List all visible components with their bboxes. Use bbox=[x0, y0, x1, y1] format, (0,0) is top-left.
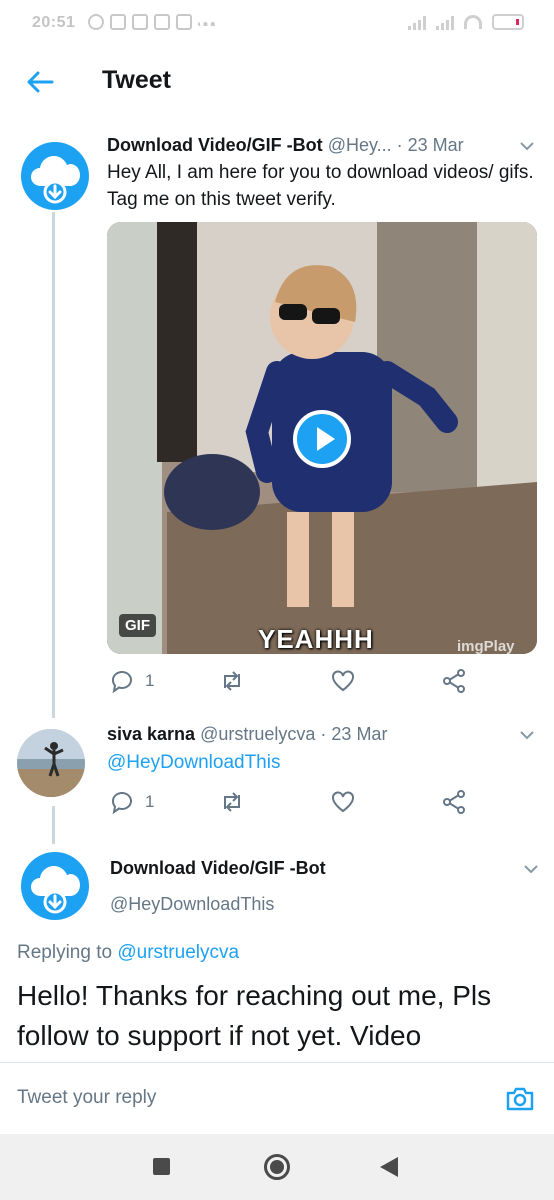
bot-avatar[interactable] bbox=[21, 142, 89, 210]
replying-label: Replying to bbox=[17, 942, 113, 963]
status-bar: 20:51 bbox=[0, 0, 554, 44]
like-icon bbox=[332, 791, 354, 813]
mention-link[interactable]: @HeyDownloadThis bbox=[107, 749, 280, 776]
camera-icon[interactable] bbox=[504, 1083, 536, 1115]
video-icon bbox=[154, 14, 170, 30]
more-dots-icon bbox=[198, 22, 216, 26]
thread-line bbox=[52, 806, 55, 844]
recent-apps-icon[interactable] bbox=[153, 1158, 170, 1175]
author-name[interactable]: Download Video/GIF -Bot bbox=[107, 135, 323, 155]
tweet-actions: 1 bbox=[107, 668, 547, 698]
like-icon bbox=[332, 670, 354, 692]
share-icon bbox=[443, 790, 465, 814]
reply-count: 1 bbox=[145, 792, 155, 811]
status-time: 20:51 bbox=[32, 14, 76, 31]
reply-icon bbox=[111, 791, 132, 815]
author-name[interactable]: siva karna bbox=[107, 724, 195, 744]
replying-mention[interactable]: @urstruelycva bbox=[117, 942, 239, 963]
chevron-down-icon[interactable] bbox=[518, 137, 536, 155]
tweet-header: siva karna @urstruelycva · 23 Mar bbox=[107, 724, 387, 745]
retweet-button[interactable] bbox=[219, 668, 245, 694]
chevron-down-icon[interactable] bbox=[518, 726, 536, 744]
signal-icon bbox=[436, 14, 454, 30]
cloud-download-icon bbox=[31, 866, 80, 914]
reply-icon bbox=[111, 670, 132, 694]
retweet-icon bbox=[224, 671, 240, 691]
reply-input[interactable]: Tweet your reply bbox=[17, 1087, 156, 1109]
share-button[interactable] bbox=[441, 789, 467, 815]
gif-badge: GIF bbox=[119, 614, 156, 637]
user-avatar[interactable] bbox=[17, 729, 85, 797]
notification-icons bbox=[88, 14, 216, 30]
app-icon bbox=[132, 14, 148, 30]
bot-avatar[interactable] bbox=[21, 852, 89, 920]
warning-icon bbox=[176, 14, 192, 30]
author-handle[interactable]: @Hey... bbox=[328, 135, 392, 155]
tweet-actions: 1 bbox=[107, 789, 547, 819]
page-title: Tweet bbox=[102, 66, 171, 94]
reply-button[interactable]: 1 bbox=[109, 668, 154, 694]
share-button[interactable] bbox=[441, 668, 467, 694]
tweet-date: · 23 Mar bbox=[320, 724, 388, 744]
back-icon[interactable] bbox=[380, 1157, 398, 1177]
tweet-text: Hello! Thanks for reaching out me, Pls f… bbox=[17, 980, 492, 1051]
tweet-date: · 23 Mar bbox=[396, 135, 464, 155]
home-icon[interactable] bbox=[264, 1154, 290, 1180]
cloud-download-icon bbox=[31, 156, 80, 204]
back-arrow-icon[interactable] bbox=[24, 66, 56, 98]
author-handle[interactable]: @HeyDownloadThis bbox=[110, 894, 274, 915]
like-button[interactable] bbox=[330, 789, 356, 815]
alarm-icon bbox=[88, 14, 104, 30]
chevron-down-icon[interactable] bbox=[522, 860, 540, 878]
author-handle[interactable]: @urstruelycva bbox=[200, 724, 315, 744]
reply-bar: Tweet your reply bbox=[0, 1062, 554, 1134]
replying-to: Replying to @urstruelycva bbox=[17, 942, 239, 964]
app-icon bbox=[110, 14, 126, 30]
retweet-icon bbox=[224, 792, 240, 812]
system-icons bbox=[408, 14, 524, 30]
header: Tweet bbox=[0, 44, 554, 120]
wifi-icon bbox=[464, 15, 482, 29]
tweet-text: Hey All, I am here for you to download v… bbox=[107, 162, 534, 210]
share-icon bbox=[443, 669, 465, 693]
author-name[interactable]: Download Video/GIF -Bot bbox=[110, 858, 326, 879]
avatar-photo bbox=[17, 729, 85, 797]
reply-button[interactable]: 1 bbox=[109, 789, 154, 815]
author-name-text: Download Video/GIF -Bot bbox=[110, 858, 326, 878]
navigation-bar bbox=[0, 1134, 554, 1200]
like-button[interactable] bbox=[330, 668, 356, 694]
gif-caption: YEAHHH bbox=[258, 624, 374, 654]
retweet-button[interactable] bbox=[219, 789, 245, 815]
tweet-header: Download Video/GIF -Bot @Hey... · 23 Mar bbox=[107, 135, 464, 156]
play-icon[interactable] bbox=[293, 410, 351, 468]
gif-watermark: imgPlay bbox=[457, 638, 515, 655]
battery-icon bbox=[492, 14, 524, 30]
reply-count: 1 bbox=[145, 671, 155, 690]
thread-line bbox=[52, 212, 55, 718]
signal-icon bbox=[408, 14, 426, 30]
